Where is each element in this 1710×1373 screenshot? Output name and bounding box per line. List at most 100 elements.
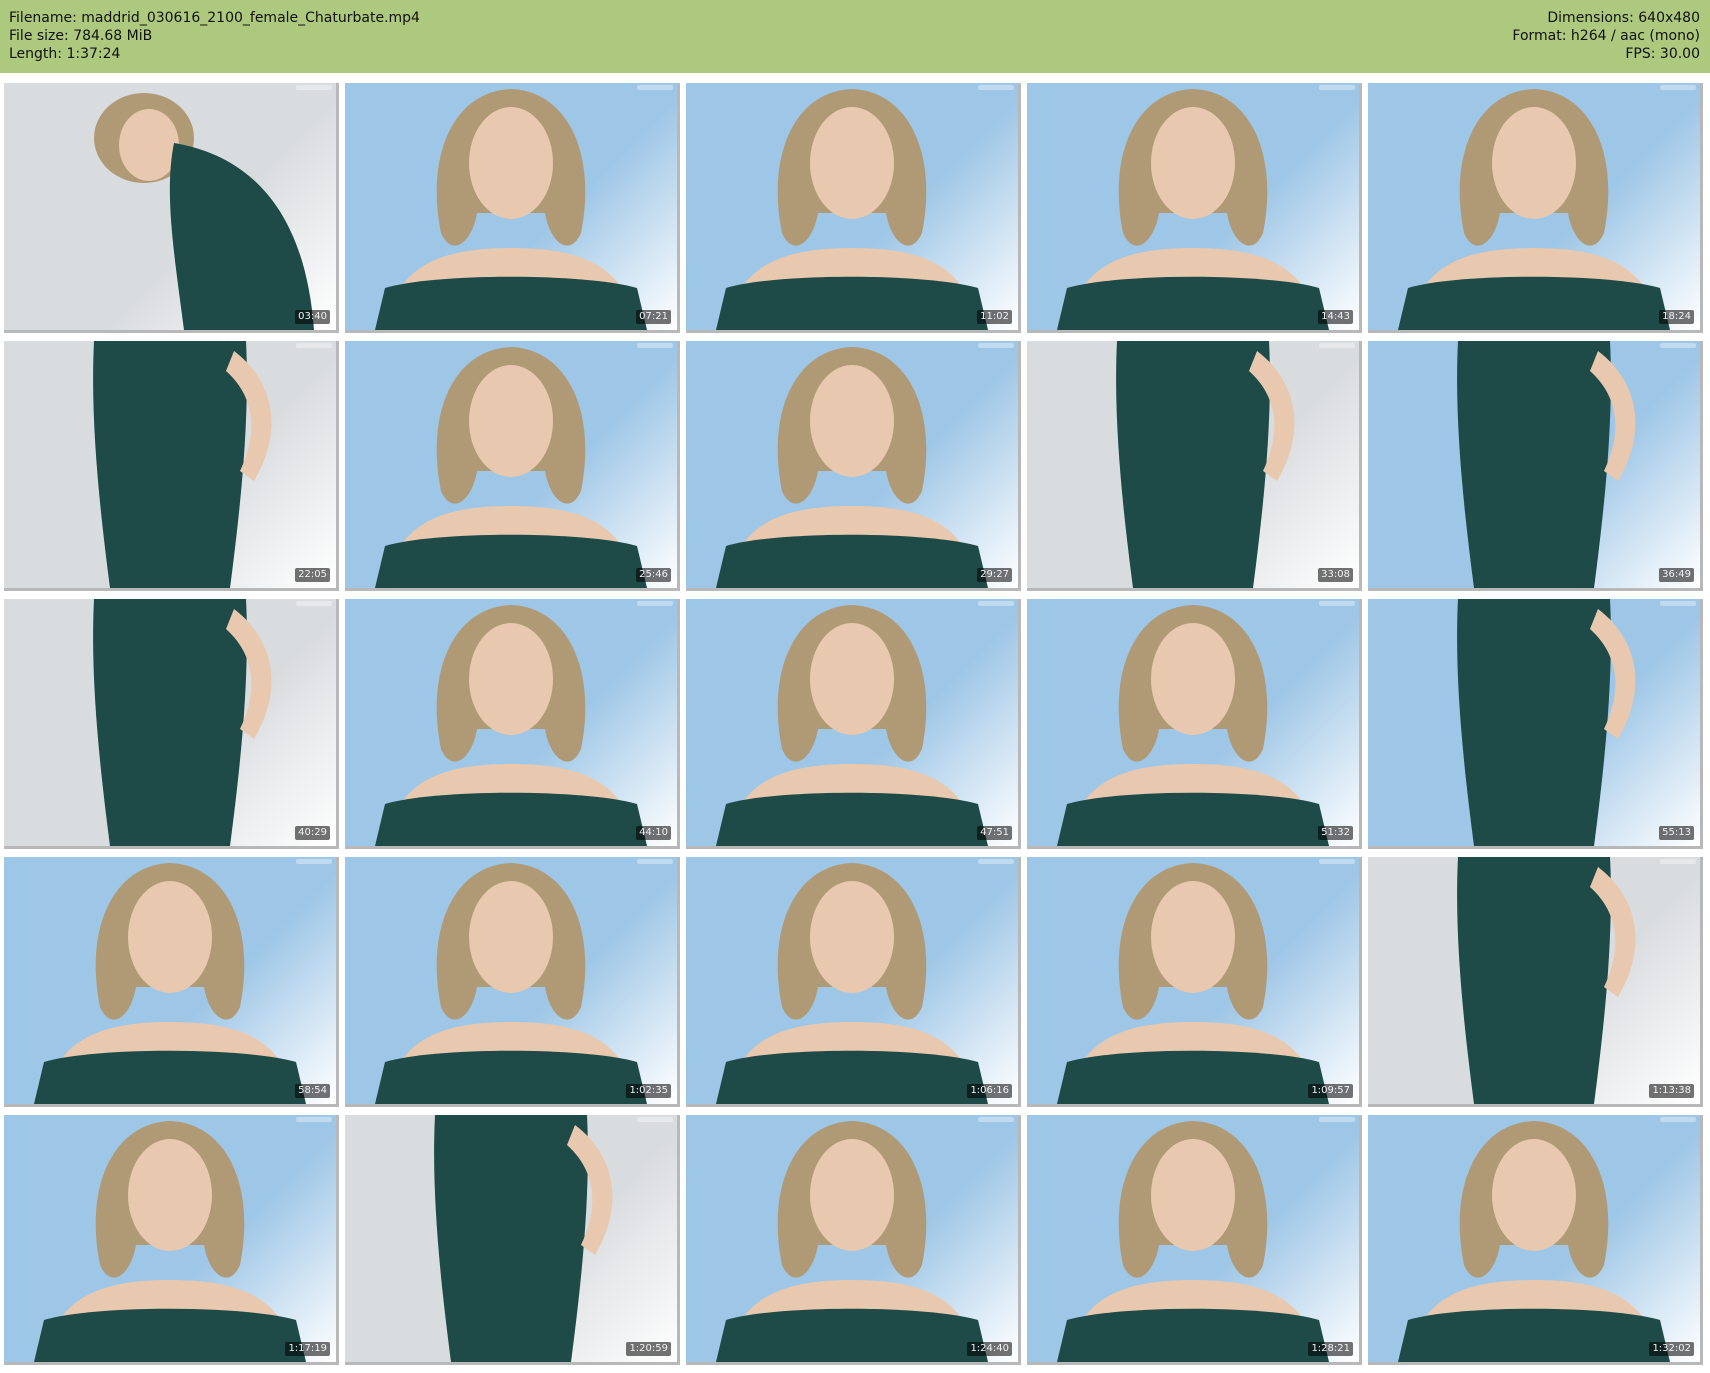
dress-shape xyxy=(375,1050,647,1104)
watermark xyxy=(1319,1117,1355,1122)
frame-image xyxy=(1057,1121,1329,1362)
thumbnail-frame: 11:02 xyxy=(686,83,1021,333)
frame-image xyxy=(716,347,988,588)
filename-text: Filename: maddrid_030616_2100_female_Cha… xyxy=(9,10,420,26)
thumbnail-frame: 07:21 xyxy=(345,83,680,333)
frame-image xyxy=(34,863,306,1104)
thumbnail-frame: 1:09:57 xyxy=(1027,857,1362,1107)
dress-shape xyxy=(716,534,988,588)
watermark xyxy=(296,859,332,864)
timestamp-label: 18:24 xyxy=(1659,310,1694,324)
watermark xyxy=(637,601,673,606)
dress-shape xyxy=(1057,792,1329,846)
length-text: Length: 1:37:24 xyxy=(9,46,121,62)
dress-shape xyxy=(1398,1308,1670,1362)
thumbnail-frame: 44:10 xyxy=(345,599,680,849)
watermark xyxy=(1319,85,1355,90)
frame-image xyxy=(93,341,272,588)
frame-image xyxy=(375,89,647,330)
frame-image xyxy=(94,93,314,330)
watermark xyxy=(296,601,332,606)
thumbnail-frame: 33:08 xyxy=(1027,341,1362,591)
timestamp-label: 22:05 xyxy=(295,568,330,582)
watermark xyxy=(978,1117,1014,1122)
frame-image xyxy=(1457,857,1636,1104)
timestamp-label: 29:27 xyxy=(977,568,1012,582)
frame-image xyxy=(716,89,988,330)
dress-shape xyxy=(375,276,647,330)
frame-image xyxy=(375,347,647,588)
timestamp-label: 25:46 xyxy=(636,568,671,582)
face-shape xyxy=(469,881,553,993)
thumbnail-frame: 1:24:40 xyxy=(686,1115,1021,1365)
dress-shape xyxy=(716,1050,988,1104)
dress-shape xyxy=(1057,1050,1329,1104)
dress-shape xyxy=(375,534,647,588)
thumbnail-frame: 14:43 xyxy=(1027,83,1362,333)
dress-shape xyxy=(34,1050,306,1104)
dress-shape xyxy=(1398,276,1670,330)
dimensions-text: Dimensions: 640x480 xyxy=(1547,10,1700,26)
face-shape xyxy=(1151,623,1235,735)
face-shape xyxy=(469,623,553,735)
watermark xyxy=(296,1117,332,1122)
dress-shape xyxy=(716,276,988,330)
face-shape xyxy=(810,1139,894,1251)
frame-image xyxy=(1057,605,1329,846)
watermark xyxy=(978,85,1014,90)
timestamp-label: 1:17:19 xyxy=(285,1342,330,1356)
timestamp-label: 03:40 xyxy=(295,310,330,324)
thumbnail-frame: 1:17:19 xyxy=(4,1115,339,1365)
watermark xyxy=(1660,85,1696,90)
timestamp-label: 11:02 xyxy=(977,310,1012,324)
timestamp-label: 36:49 xyxy=(1659,568,1694,582)
timestamp-label: 1:02:35 xyxy=(626,1084,671,1098)
file-info: Filename: maddrid_030616_2100_female_Cha… xyxy=(9,9,420,63)
timestamp-label: 44:10 xyxy=(636,826,671,840)
thumbnail-frame: 40:29 xyxy=(4,599,339,849)
dress-shape xyxy=(375,792,647,846)
watermark xyxy=(1660,1117,1696,1122)
thumbnail-frame: 1:13:38 xyxy=(1368,857,1703,1107)
thumbnail-grid: 03:40 07:21 11:02 14:43 18:24 22:05 25:46 29:27… xyxy=(4,83,1703,1365)
face-shape xyxy=(810,881,894,993)
timestamp-label: 58:54 xyxy=(295,1084,330,1098)
dress-shape xyxy=(716,792,988,846)
timestamp-label: 1:06:16 xyxy=(967,1084,1012,1098)
watermark xyxy=(637,85,673,90)
face-shape xyxy=(1151,1139,1235,1251)
face-shape xyxy=(1492,1139,1576,1251)
dress-shape xyxy=(93,599,247,846)
watermark xyxy=(978,343,1014,348)
frame-image xyxy=(375,605,647,846)
timestamp-label: 1:24:40 xyxy=(967,1342,1012,1356)
face-shape xyxy=(810,365,894,477)
dress-shape xyxy=(1457,599,1611,846)
timestamp-label: 1:20:59 xyxy=(626,1342,671,1356)
thumbnail-frame: 1:20:59 xyxy=(345,1115,680,1365)
watermark xyxy=(637,859,673,864)
face-shape xyxy=(469,107,553,219)
frame-image xyxy=(1457,599,1636,846)
frame-image xyxy=(716,605,988,846)
thumbnail-frame: 47:51 xyxy=(686,599,1021,849)
timestamp-label: 33:08 xyxy=(1318,568,1353,582)
face-shape xyxy=(810,623,894,735)
timestamp-label: 07:21 xyxy=(636,310,671,324)
thumbnail-frame: 58:54 xyxy=(4,857,339,1107)
face-shape xyxy=(1492,107,1576,219)
watermark xyxy=(1319,343,1355,348)
thumbnail-frame: 51:32 xyxy=(1027,599,1362,849)
frame-image xyxy=(93,599,272,846)
thumbnail-frame: 1:28:21 xyxy=(1027,1115,1362,1365)
watermark xyxy=(1660,343,1696,348)
frame-image xyxy=(716,863,988,1104)
timestamp-label: 1:09:57 xyxy=(1308,1084,1353,1098)
frame-image xyxy=(1057,89,1329,330)
dress-shape xyxy=(1457,857,1611,1104)
dress-shape xyxy=(1457,341,1611,588)
dress-shape xyxy=(169,143,314,330)
video-info: Dimensions: 640x480 Format: h264 / aac (… xyxy=(1512,9,1700,63)
frame-image xyxy=(1116,341,1295,588)
frame-image xyxy=(1398,89,1670,330)
